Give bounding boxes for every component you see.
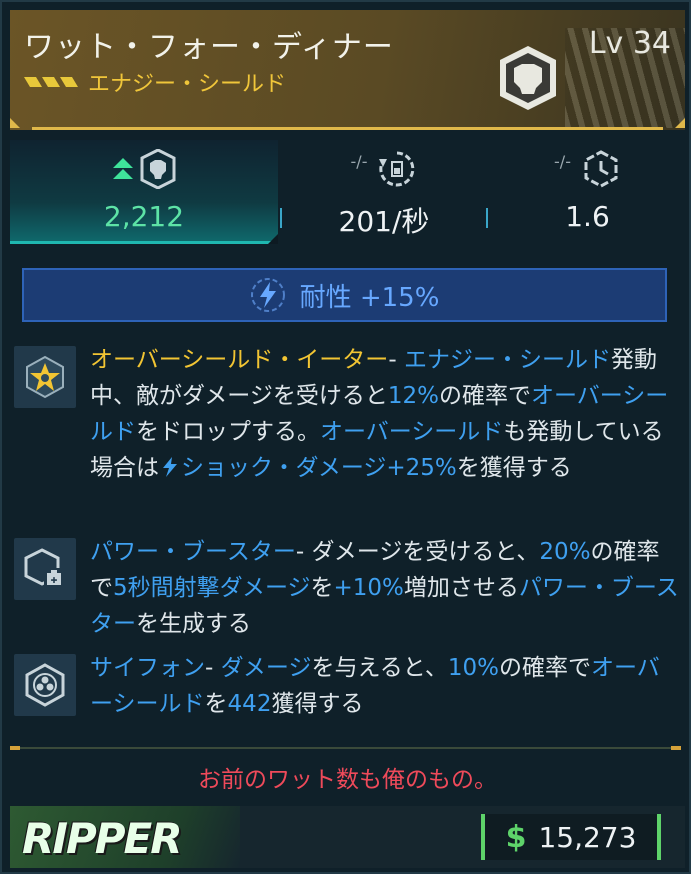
shock-icon xyxy=(163,457,177,477)
shield-capacity-icon xyxy=(140,149,176,189)
stat-recharge-delay: -/- 1.6 xyxy=(490,140,685,244)
header-corner xyxy=(10,118,20,128)
shield-recharge-delay-icon xyxy=(584,150,618,188)
perk-description: オーバーシールド・イーター- エナジー・シールド発動中、敵がダメージを受けると1… xyxy=(90,342,682,486)
stat-capacity: 2,212 xyxy=(10,140,278,244)
item-title: ワット・フォー・ディナー xyxy=(24,30,394,65)
stat-recharge-rate: -/- 201/秒 xyxy=(284,140,484,244)
perk-description: パワー・ブースター- ダメージを受けると、20%の確率で5秒間射撃ダメージを+1… xyxy=(90,534,682,642)
item-card: ワット・フォー・ディナー エナジー・シールド Lv 34 2,212 -/- 2… xyxy=(0,0,691,874)
stat-highlight-bar xyxy=(10,241,278,244)
perk-keyword: オーバーシールド xyxy=(320,419,504,445)
perk-name: オーバーシールド・イーター xyxy=(90,347,389,373)
perk-name: サイフォン xyxy=(90,655,205,681)
rarity-chevrons-icon xyxy=(24,77,78,87)
perk-keyword: エナジー・シールド xyxy=(403,347,611,373)
resistance-label: 耐性 +15% xyxy=(299,282,440,313)
power-booster-icon: ✚ xyxy=(14,538,76,600)
perk-text-segment: を与えると、 xyxy=(311,655,448,681)
shield-recharge-rate-icon xyxy=(379,151,415,187)
siphon-icon xyxy=(14,654,76,716)
perk-keyword: ダメージ xyxy=(220,655,312,681)
perk-siphon: サイフォン- ダメージを与えると、10%の確率でオーバーシールドを442獲得する xyxy=(10,650,685,726)
overshield-eater-icon xyxy=(14,346,76,408)
stat-recharge-delay-value: 1.6 xyxy=(565,200,610,233)
perk-dash: - xyxy=(388,347,404,373)
svg-text:✚: ✚ xyxy=(51,576,58,585)
perk-keyword: 442 xyxy=(227,691,272,717)
perk-dash: - xyxy=(295,539,312,565)
stat-divider xyxy=(486,208,488,228)
stat-compare: -/- xyxy=(350,151,368,171)
perk-keyword: 10% xyxy=(447,655,499,681)
perk-text-segment: を獲得する xyxy=(456,455,572,481)
item-type: エナジー・シールド xyxy=(88,72,287,97)
perk-keyword: 20% xyxy=(539,539,591,565)
flavor-text: お前のワット数も俺のもの。 xyxy=(198,767,497,793)
shield-type-icon xyxy=(500,46,556,110)
perk-keyword: +25% xyxy=(386,455,457,481)
perk-name: パワー・ブースター xyxy=(90,539,296,565)
perk-text-segment: をドロップする。 xyxy=(136,419,320,445)
manufacturer-logo: RIPPER xyxy=(10,806,240,868)
manufacturer-name: RIPPER xyxy=(22,814,183,863)
perk-dash: - xyxy=(205,655,221,681)
stat-recharge-rate-value: 201/秒 xyxy=(338,205,430,238)
stat-capacity-value: 2,212 xyxy=(103,200,185,233)
perk-keyword: ショック・ダメージ xyxy=(181,455,387,481)
item-price: 15,273 xyxy=(538,820,637,854)
price-box: $ 15,273 xyxy=(481,814,661,860)
perk-text-segment: の確率で xyxy=(499,655,591,681)
perk-text-segment: を xyxy=(310,575,334,601)
stat-increase-icon xyxy=(113,158,133,179)
perk-text-segment: を xyxy=(204,691,228,717)
flavor-divider xyxy=(10,746,681,750)
perk-text-segment: 増加させる xyxy=(403,575,519,601)
stat-divider xyxy=(280,208,282,228)
price-bar xyxy=(657,814,661,860)
resistance-banner: 耐性 +15% xyxy=(22,268,667,322)
item-type-row: エナジー・シールド xyxy=(24,66,286,98)
perk-text-segment: ダメージを受けると、 xyxy=(311,539,540,565)
header-divider xyxy=(32,127,663,130)
item-header: ワット・フォー・ディナー エナジー・シールド Lv 34 xyxy=(10,10,685,130)
perk-keyword: +10% xyxy=(333,575,404,601)
perk-text-segment: 獲得する xyxy=(271,691,364,717)
perk-text-segment: の確率で xyxy=(438,383,531,409)
shock-icon xyxy=(250,278,285,312)
price-bar xyxy=(481,814,485,860)
perk-power-booster: ✚ パワー・ブースター- ダメージを受けると、20%の確率で5秒間射撃ダメージを… xyxy=(10,534,685,642)
perk-text-segment: を生成する xyxy=(136,611,251,637)
item-level: Lv 34 xyxy=(588,26,671,61)
item-footer: RIPPER $ 15,273 xyxy=(10,806,685,868)
dollar-icon: $ xyxy=(505,819,527,855)
perk-overshield-eater: オーバーシールド・イーター- エナジー・シールド発動中、敵がダメージを受けると1… xyxy=(10,342,685,522)
perk-keyword: 5秒間射撃ダメージ xyxy=(113,575,311,601)
header-corner xyxy=(675,118,685,128)
perk-keyword: 12% xyxy=(387,383,439,409)
perk-description: サイフォン- ダメージを与えると、10%の確率でオーバーシールドを442獲得する xyxy=(90,650,682,722)
stat-compare: -/- xyxy=(554,151,571,171)
